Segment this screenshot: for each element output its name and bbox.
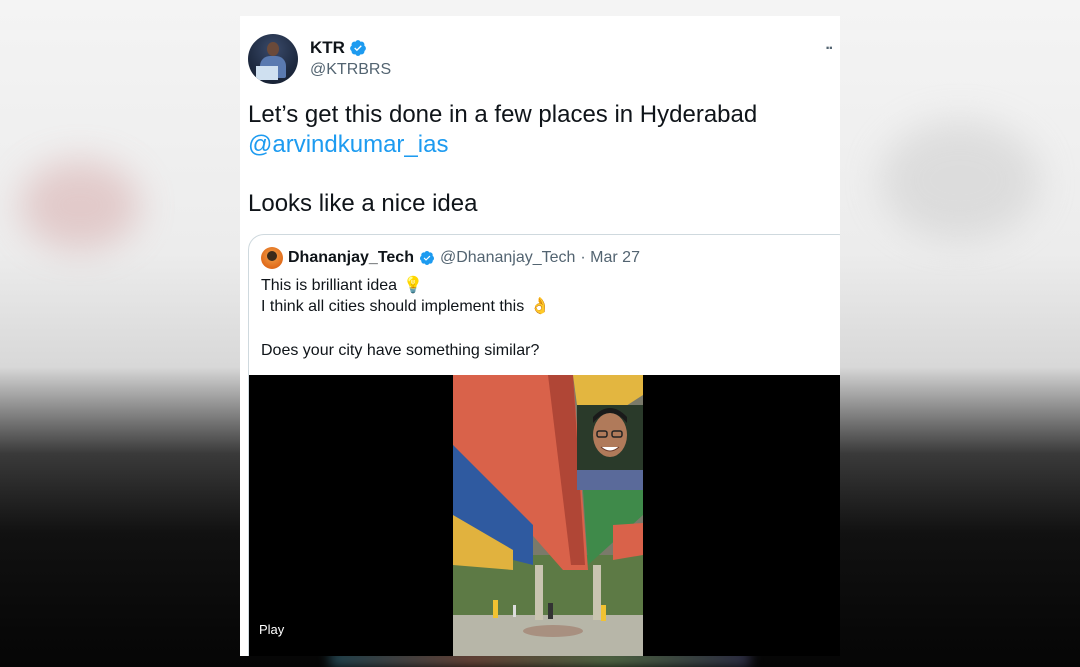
verified-badge-icon bbox=[350, 40, 366, 56]
author-name-row: KTR bbox=[310, 38, 367, 58]
tweet-text-line: Let’s get this done in a few places in H… bbox=[248, 101, 758, 128]
tweet-text: Let’s get this done in a few places in H… bbox=[248, 100, 828, 219]
quoted-text-line: I think all cities should implement this… bbox=[261, 298, 551, 315]
tweet-card: KTR @KTRBRS ·· Let’s get this done in a … bbox=[240, 16, 840, 656]
author-handle[interactable]: @KTRBRS bbox=[310, 61, 391, 79]
tweet-header: KTR @KTRBRS ·· bbox=[248, 34, 834, 90]
quoted-tweet[interactable]: Dhananjay_Tech @Dhananjay_Tech · Mar 27 … bbox=[248, 234, 840, 656]
ok-hand-icon: 👌 bbox=[530, 298, 551, 315]
background-blur-blob bbox=[20, 160, 140, 250]
verified-badge-icon bbox=[419, 251, 434, 265]
light-bulb-icon: 💡 bbox=[403, 277, 423, 294]
mention-link[interactable]: @arvindkumar_ias bbox=[248, 130, 828, 160]
video-player[interactable]: Play bbox=[249, 375, 840, 656]
quoted-author-handle[interactable]: @Dhananjay_Tech bbox=[440, 249, 575, 267]
video-thumbnail-image bbox=[453, 375, 643, 656]
background-blur-blob bbox=[880, 120, 1040, 240]
play-button[interactable]: Play bbox=[259, 622, 284, 637]
quoted-text-line: Does your city have something similar? bbox=[261, 342, 540, 359]
author-avatar[interactable] bbox=[248, 34, 298, 84]
quoted-tweet-text: This is brilliant idea 💡 I think all citi… bbox=[261, 275, 821, 361]
more-options-icon[interactable]: ·· bbox=[825, 40, 834, 58]
tweet-text-line: Looks like a nice idea bbox=[248, 190, 478, 217]
author-display-name[interactable]: KTR bbox=[310, 38, 345, 58]
quoted-text-line: This is brilliant idea 💡 bbox=[261, 277, 423, 294]
quoted-tweet-date[interactable]: · Mar 27 bbox=[580, 249, 640, 267]
quoted-tweet-header: Dhananjay_Tech @Dhananjay_Tech · Mar 27 bbox=[261, 247, 640, 269]
quoted-author-display-name[interactable]: Dhananjay_Tech bbox=[288, 249, 414, 267]
video-frame[interactable] bbox=[453, 375, 643, 656]
quoted-author-avatar[interactable] bbox=[261, 247, 283, 269]
